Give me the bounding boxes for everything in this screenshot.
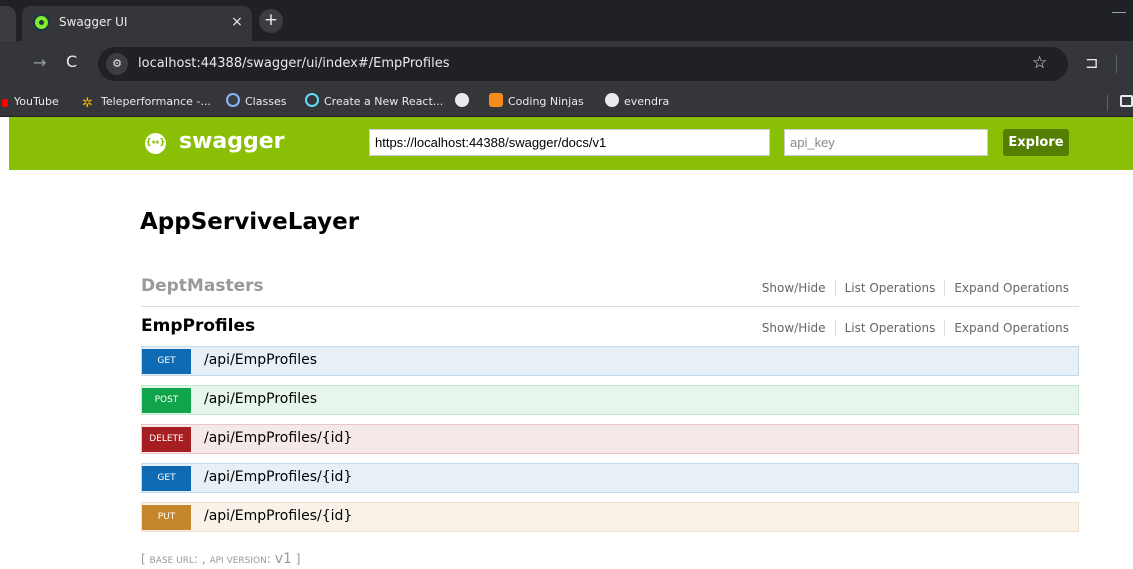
operation-row[interactable]: POST /api/EmpProfiles bbox=[141, 385, 1079, 415]
bookmark-label: Coding Ninjas bbox=[508, 95, 584, 108]
reload-icon[interactable]: C bbox=[66, 52, 77, 71]
bookmark-label: Classes bbox=[245, 95, 287, 108]
options-divider bbox=[834, 320, 836, 336]
show-hide-link[interactable]: Show/Hide bbox=[762, 321, 826, 335]
react-icon bbox=[305, 93, 319, 107]
window-minimize-icon[interactable] bbox=[1112, 12, 1126, 13]
api-version-label: API VERSION bbox=[209, 556, 267, 566]
operation-path[interactable]: /api/EmpProfiles/{id} bbox=[204, 508, 352, 524]
bookmark-label: Create a New React... bbox=[324, 95, 444, 108]
operation-path[interactable]: /api/EmpProfiles bbox=[204, 352, 317, 368]
resource-name[interactable]: DeptMasters bbox=[141, 276, 264, 296]
options-divider bbox=[834, 280, 836, 296]
bookmark-teleperformance[interactable]: ✲ Teleperformance -... bbox=[82, 93, 211, 111]
bookmark-coding-ninjas[interactable]: Coding Ninjas bbox=[489, 93, 584, 111]
bookmark-star-icon[interactable]: ☆ bbox=[1032, 53, 1047, 73]
teleperformance-icon: ✲ bbox=[82, 96, 93, 111]
browser-toolbar: → C ⚙ localhost:44388/swagger/ui/index#/… bbox=[0, 41, 1133, 87]
bookmark-evendra[interactable]: evendra bbox=[605, 93, 669, 111]
operation-row[interactable]: GET /api/EmpProfiles bbox=[141, 346, 1079, 376]
swagger-favicon-icon bbox=[33, 14, 50, 31]
method-badge-delete[interactable]: DELETE bbox=[142, 427, 191, 452]
operation-row[interactable]: PUT /api/EmpProfiles/{id} bbox=[141, 502, 1079, 532]
bracket-close: ] bbox=[295, 552, 301, 566]
screenshot-root: Swagger UI × + → C ⚙ localhost:44388/swa… bbox=[0, 0, 1133, 569]
bookmark-label: evendra bbox=[624, 95, 670, 108]
footer-separator: : bbox=[266, 552, 275, 566]
api-version-value: v1 bbox=[274, 551, 292, 567]
coding-ninjas-icon bbox=[489, 93, 503, 107]
list-operations-link[interactable]: List Operations bbox=[845, 281, 936, 295]
bookmark-globe[interactable] bbox=[455, 93, 474, 111]
operation-path[interactable]: /api/EmpProfiles bbox=[204, 391, 317, 407]
swagger-logo-text[interactable]: swagger bbox=[179, 129, 285, 154]
expand-operations-link[interactable]: Expand Operations bbox=[954, 321, 1069, 335]
swagger-logo-icon[interactable]: {↔} bbox=[145, 133, 166, 154]
resource-name[interactable]: EmpProfiles bbox=[141, 316, 255, 336]
browser-tab-bar: Swagger UI × + bbox=[0, 0, 1133, 41]
method-badge-get[interactable]: GET bbox=[142, 349, 191, 374]
explore-button[interactable]: Explore bbox=[1003, 129, 1069, 156]
page-title: AppServiveLayer bbox=[140, 209, 360, 235]
spec-url-input[interactable]: https://localhost:44388/swagger/docs/v1 bbox=[369, 129, 770, 156]
address-bar[interactable]: ⚙ localhost:44388/swagger/ui/index#/EmpP… bbox=[98, 47, 1068, 81]
method-badge-put[interactable]: PUT bbox=[142, 505, 191, 530]
bracket-open: [ bbox=[141, 552, 146, 566]
show-hide-link[interactable]: Show/Hide bbox=[762, 281, 826, 295]
resource-deptmasters: DeptMasters Show/Hide List Operations Expa… bbox=[141, 276, 1079, 307]
method-badge-post[interactable]: POST bbox=[142, 388, 191, 413]
expand-operations-link[interactable]: Expand Operations bbox=[954, 281, 1069, 295]
tab-title: Swagger UI bbox=[59, 15, 128, 29]
bookmarks-divider bbox=[1107, 95, 1108, 111]
options-divider bbox=[944, 320, 946, 336]
tab-close-icon[interactable]: × bbox=[228, 13, 246, 31]
bookmark-label: YouTube bbox=[14, 95, 59, 108]
new-tab-button[interactable]: + bbox=[259, 9, 283, 33]
resource-options: Show/Hide List Operations Expand Operation… bbox=[762, 280, 1069, 296]
bookmarks-bar: YouTube ✲ Teleperformance -... Classes Cr… bbox=[0, 87, 1133, 117]
api-key-input[interactable] bbox=[784, 129, 988, 156]
site-info-icon[interactable]: ⚙ bbox=[106, 53, 128, 75]
bookmark-create-react[interactable]: Create a New React... bbox=[305, 93, 443, 111]
previous-tab-edge[interactable] bbox=[0, 6, 16, 41]
options-divider bbox=[944, 280, 946, 296]
classes-icon bbox=[226, 93, 240, 107]
footer-separator: : , bbox=[193, 552, 210, 566]
operation-path[interactable]: /api/EmpProfiles/{id} bbox=[204, 430, 352, 446]
swagger-header: {↔} swagger https://localhost:44388/swag… bbox=[9, 117, 1133, 170]
bookmark-youtube[interactable]: YouTube bbox=[14, 93, 59, 111]
address-bar-url[interactable]: localhost:44388/swagger/ui/index#/EmpPro… bbox=[138, 56, 449, 71]
operation-path[interactable]: /api/EmpProfiles/{id} bbox=[204, 469, 352, 485]
forward-arrow-icon[interactable]: → bbox=[33, 53, 46, 72]
list-operations-link[interactable]: List Operations bbox=[845, 321, 936, 335]
bookmark-classes[interactable]: Classes bbox=[226, 93, 286, 111]
api-info-footer: [ BASE URL: , API VERSION: v1 ] bbox=[141, 551, 300, 567]
youtube-icon bbox=[2, 99, 8, 107]
operation-row[interactable]: GET /api/EmpProfiles/{id} bbox=[141, 463, 1079, 493]
method-badge-get[interactable]: GET bbox=[142, 466, 191, 491]
folder-icon[interactable] bbox=[1120, 95, 1133, 107]
extensions-icon[interactable]: ⊐ bbox=[1085, 53, 1098, 72]
base-url-label: BASE URL bbox=[149, 556, 194, 566]
browser-tab-active[interactable]: Swagger UI × bbox=[22, 6, 252, 41]
resource-options: Show/Hide List Operations Expand Operation… bbox=[762, 320, 1069, 336]
bookmark-label: Teleperformance -... bbox=[101, 95, 211, 108]
globe-icon bbox=[455, 93, 469, 107]
resource-empprofiles: EmpProfiles Show/Hide List Operations Expa… bbox=[141, 316, 1079, 344]
globe-icon bbox=[605, 93, 619, 107]
toolbar-divider bbox=[1116, 55, 1117, 73]
operation-row[interactable]: DELETE /api/EmpProfiles/{id} bbox=[141, 424, 1079, 454]
